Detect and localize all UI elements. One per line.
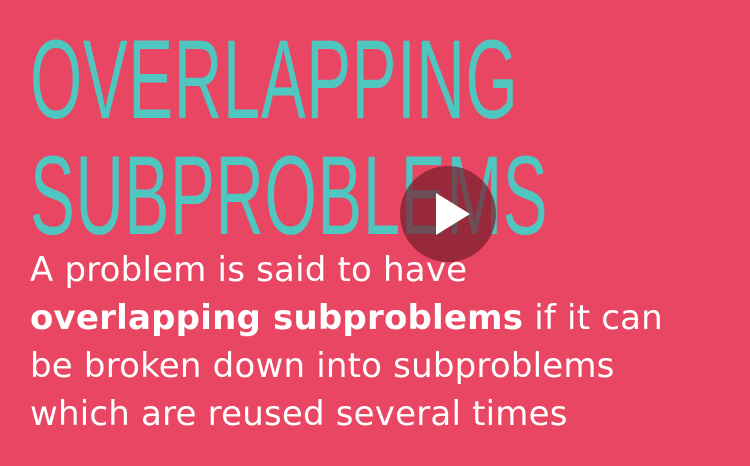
definition-line-1: A problem is said to have [30, 250, 468, 290]
title-line-1: OVERLAPPING [30, 17, 519, 142]
definition-line-3: be broken down into subproblems [30, 346, 615, 386]
highlighted-term: overlapping subproblems [30, 298, 524, 338]
definition-line-2-rest: if it can [523, 298, 663, 338]
video-slide: OVERLAPPING SUBPROBLEMS A problem is sai… [0, 0, 750, 466]
definition-line-2: overlapping subproblems if it can [30, 294, 750, 342]
play-button[interactable] [400, 166, 496, 262]
play-icon[interactable] [436, 193, 470, 235]
definition-text: A problem is said to have overlapping su… [30, 246, 750, 438]
definition-line-4: which are reused several times [30, 394, 568, 434]
